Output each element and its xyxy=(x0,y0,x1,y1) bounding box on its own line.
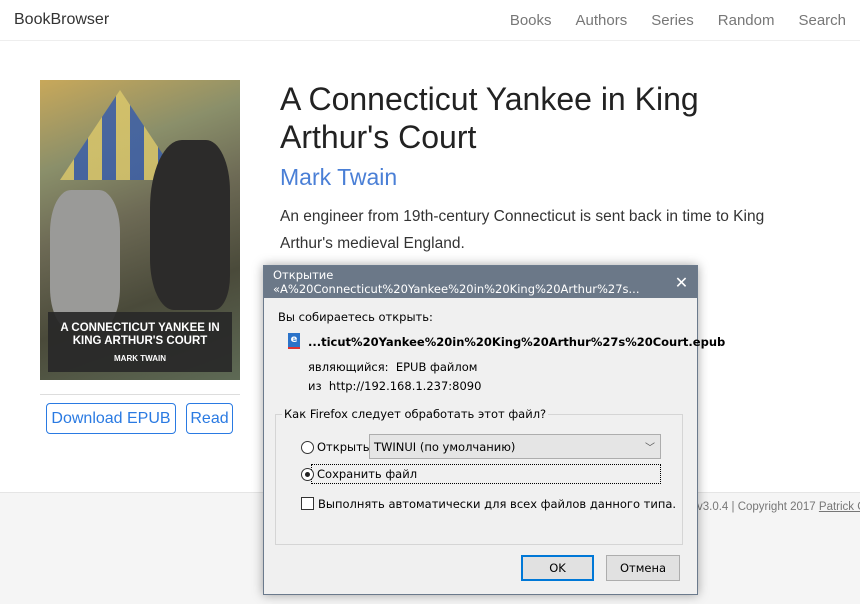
cancel-button[interactable]: Отмена xyxy=(606,555,680,581)
open-with-value: TWINUI (по умолчанию) xyxy=(374,439,516,454)
chevron-down-icon: ﹀ xyxy=(645,443,655,454)
nav-books[interactable]: Books xyxy=(510,12,552,29)
divider xyxy=(40,394,240,395)
copyright-text: v3.0.4 | Copyright 2017 xyxy=(697,501,819,513)
ok-button[interactable]: OK xyxy=(521,555,594,581)
cover-art-knight xyxy=(50,190,120,330)
nav-random[interactable]: Random xyxy=(718,12,775,29)
cover-title: A CONNECTICUT YANKEE IN KING ARTHUR'S CO… xyxy=(60,322,220,347)
nav-authors[interactable]: Authors xyxy=(576,12,628,29)
open-with-radio[interactable] xyxy=(301,441,314,454)
file-source-value: http://192.168.1.237:8090 xyxy=(328,379,482,393)
cover-label: A CONNECTICUT YANKEE IN KING ARTHUR'S CO… xyxy=(48,312,232,372)
book-cover: A CONNECTICUT YANKEE IN KING ARTHUR'S CO… xyxy=(40,80,240,380)
nav-search[interactable]: Search xyxy=(798,12,846,29)
footer-text: v3.0.4 | Copyright 2017 Patrick G xyxy=(697,501,860,513)
navbar: BookBrowser Books Authors Series Random … xyxy=(0,0,860,41)
auto-checkbox-label[interactable]: Выполнять автоматически для всех файлов … xyxy=(318,497,676,511)
file-type: являющийся: EPUB файлом xyxy=(308,360,477,374)
download-epub-button[interactable]: Download EPUB xyxy=(46,403,176,434)
nav-series[interactable]: Series xyxy=(651,12,694,29)
cover-author: MARK TWAIN xyxy=(114,354,166,363)
book-title: A Connecticut Yankee in King Arthur's Co… xyxy=(280,81,699,155)
action-group-label: Как Firefox следует обработать этот файл… xyxy=(282,407,549,421)
file-source: из http://192.168.1.237:8090 xyxy=(308,379,481,393)
dialog-titlebar[interactable]: Открытие «A%20Connecticut%20Yankee%20in%… xyxy=(264,266,697,298)
book-description: An engineer from 19th-century Connecticu… xyxy=(280,208,765,252)
epub-file-icon: e xyxy=(288,333,300,349)
file-type-value: EPUB файлом xyxy=(395,360,478,374)
open-file-dialog: Открытие «A%20Connecticut%20Yankee%20in%… xyxy=(263,265,725,595)
nav-links: Books Authors Series Random Search xyxy=(510,12,846,29)
file-type-label: являющийся: xyxy=(308,360,389,374)
author-footer-link[interactable]: Patrick G xyxy=(819,501,860,513)
dialog-title: Открытие «A%20Connecticut%20Yankee%20in%… xyxy=(273,268,640,296)
brand-link[interactable]: BookBrowser xyxy=(14,11,109,29)
save-file-label[interactable]: Сохранить файл xyxy=(317,467,417,481)
author-link[interactable]: Mark Twain xyxy=(280,164,397,191)
cover-art-horse xyxy=(150,140,230,310)
close-icon[interactable]: ✕ xyxy=(666,273,697,292)
auto-checkbox[interactable] xyxy=(301,497,314,510)
open-with-select[interactable]: TWINUI (по умолчанию) ﹀ xyxy=(369,434,661,459)
save-file-radio[interactable] xyxy=(301,468,314,481)
file-name: ...ticut%20Yankee%20in%20King%20Arthur%2… xyxy=(308,335,726,349)
dialog-prompt: Вы собираетесь открыть: xyxy=(278,310,433,324)
read-button[interactable]: Read xyxy=(186,403,233,434)
file-source-label: из xyxy=(308,379,322,393)
